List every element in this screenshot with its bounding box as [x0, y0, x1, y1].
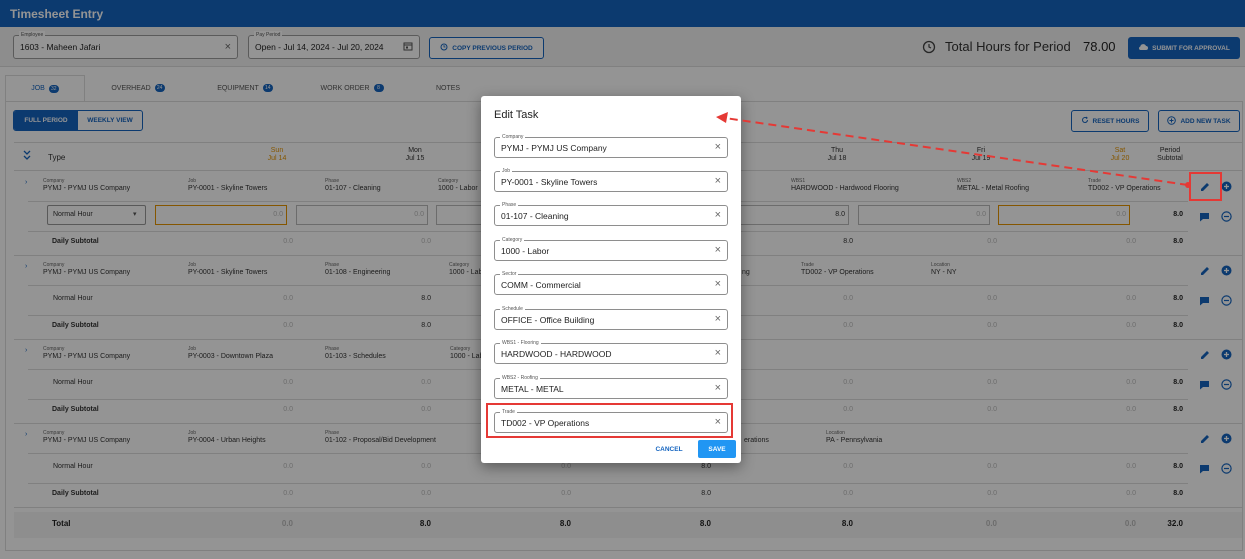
- annotation-arrow: [716, 112, 1191, 188]
